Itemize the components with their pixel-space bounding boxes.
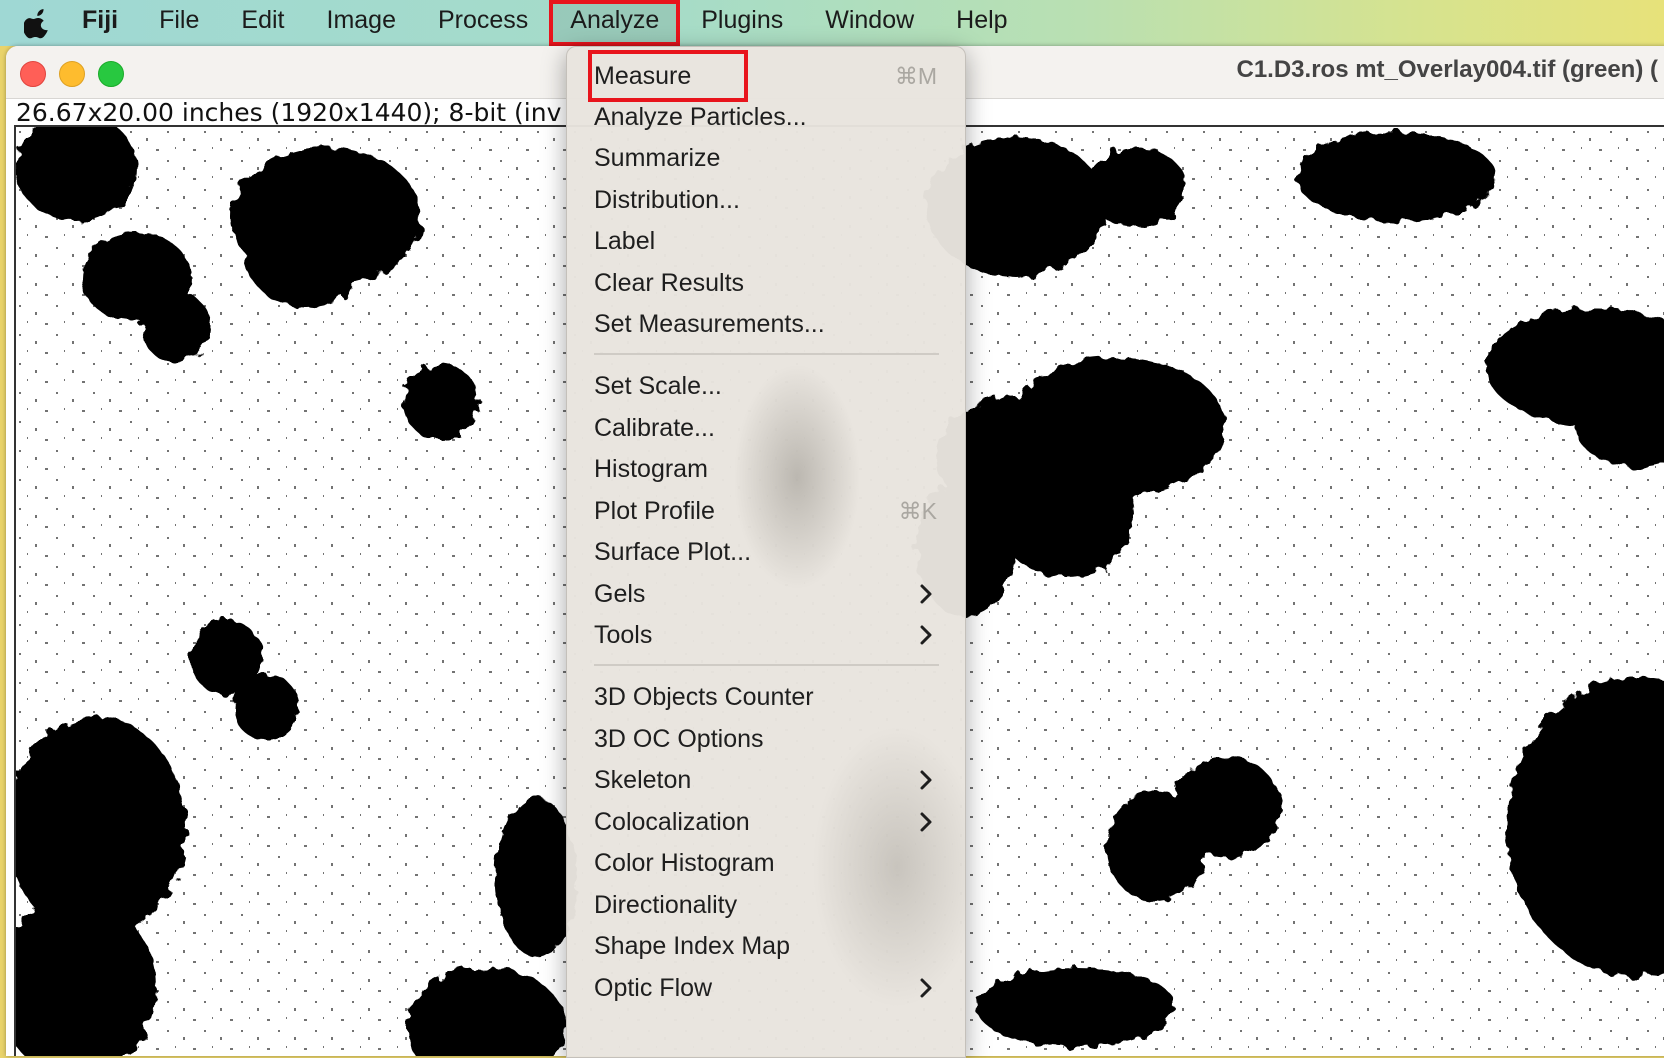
menu-item-histogram[interactable]: Histogram — [594, 449, 939, 489]
menu-item-analyze-particles[interactable]: Analyze Particles... — [594, 97, 939, 137]
menu-item-label: Analyze Particles... — [594, 103, 807, 131]
menu-item-3d-objects-counter[interactable]: 3D Objects Counter — [594, 677, 939, 717]
zoom-button[interactable] — [98, 61, 124, 87]
menu-item-surface-plot[interactable]: Surface Plot... — [594, 532, 939, 572]
image-info: 26.67x20.00 inches (1920x1440); 8-bit (i… — [16, 98, 562, 127]
menu-edit[interactable]: Edit — [220, 0, 305, 46]
menu-item-label: Tools — [594, 621, 653, 649]
menu-item-label: 3D OC Options — [594, 725, 764, 753]
window-title: C1.D3.ros mt_Overlay004.tif (green) ( — [1236, 56, 1659, 83]
menu-process[interactable]: Process — [417, 0, 549, 46]
menu-item-label: Calibrate... — [594, 414, 715, 442]
menu-item-label: Surface Plot... — [594, 538, 752, 566]
menu-item-label: Optic Flow — [594, 974, 713, 1002]
menu-item-label: Distribution... — [594, 186, 740, 214]
menu-separator — [594, 664, 939, 666]
menu-item-label: Gels — [594, 580, 646, 608]
apple-icon[interactable] — [18, 0, 58, 46]
chevron-right-icon — [920, 625, 932, 645]
menu-item-distribution[interactable]: Distribution... — [594, 180, 939, 220]
close-button[interactable] — [20, 61, 46, 87]
menu-item-skeleton[interactable]: Skeleton — [594, 760, 939, 800]
menu-item-color-histogram[interactable]: Color Histogram — [594, 843, 939, 883]
menu-item-directionality[interactable]: Directionality — [594, 885, 939, 925]
menu-item-label: Plot Profile — [594, 497, 715, 525]
menu-item-gels[interactable]: Gels — [594, 574, 939, 614]
menu-item-tools[interactable]: Tools — [594, 615, 939, 655]
menu-analyze[interactable]: Analyze — [549, 0, 681, 46]
analyze-menu: Measure ⌘M Analyze Particles... Summariz… — [566, 46, 966, 1058]
menu-item-clear-results[interactable]: Clear Results — [594, 263, 939, 303]
menu-item-label: Skeleton — [594, 766, 692, 794]
menu-item-label-tool[interactable]: Label — [594, 221, 939, 261]
menu-item-optic-flow[interactable]: Optic Flow — [594, 968, 939, 1008]
menu-item-calibrate[interactable]: Calibrate... — [594, 408, 939, 448]
menu-plugins[interactable]: Plugins — [680, 0, 804, 46]
chevron-right-icon — [920, 978, 932, 998]
menu-item-label: Directionality — [594, 891, 738, 919]
menu-item-set-measurements[interactable]: Set Measurements... — [594, 304, 939, 344]
menu-item-label: Summarize — [594, 144, 721, 172]
menu-item-label: Shape Index Map — [594, 932, 790, 960]
chevron-right-icon — [920, 812, 932, 832]
shortcut-label: ⌘K — [898, 498, 937, 524]
menu-fiji[interactable]: Fiji — [74, 0, 138, 46]
menu-item-label: Colocalization — [594, 808, 750, 836]
menu-item-summarize[interactable]: Summarize — [594, 138, 939, 178]
menu-file[interactable]: File — [138, 0, 220, 46]
menu-window[interactable]: Window — [804, 0, 935, 46]
menu-item-label: Set Scale... — [594, 372, 722, 400]
menu-item-label: Color Histogram — [594, 849, 775, 877]
menu-item-plot-profile[interactable]: Plot Profile ⌘K — [594, 491, 939, 531]
menu-image[interactable]: Image — [306, 0, 417, 46]
menu-item-label: Label — [594, 227, 656, 255]
menu-help[interactable]: Help — [935, 0, 1028, 46]
menu-item-label: Clear Results — [594, 269, 745, 297]
menu-item-measure-shortcut-row: ⌘M — [594, 56, 939, 96]
minimize-button[interactable] — [59, 61, 85, 87]
menu-bar: Fiji File Edit Image Process Analyze Plu… — [0, 0, 1664, 46]
menu-item-label: Set Measurements... — [594, 310, 825, 338]
menu-item-label: Histogram — [594, 455, 708, 483]
chevron-right-icon — [920, 770, 932, 790]
menu-separator — [594, 353, 939, 355]
menu-item-shape-index-map[interactable]: Shape Index Map — [594, 926, 939, 966]
menu-item-colocalization[interactable]: Colocalization — [594, 802, 939, 842]
shortcut-label: ⌘M — [894, 63, 937, 89]
menu-item-set-scale[interactable]: Set Scale... — [594, 366, 939, 406]
chevron-right-icon — [920, 584, 932, 604]
menu-item-3d-oc-options[interactable]: 3D OC Options — [594, 719, 939, 759]
menu-item-label: 3D Objects Counter — [594, 683, 814, 711]
